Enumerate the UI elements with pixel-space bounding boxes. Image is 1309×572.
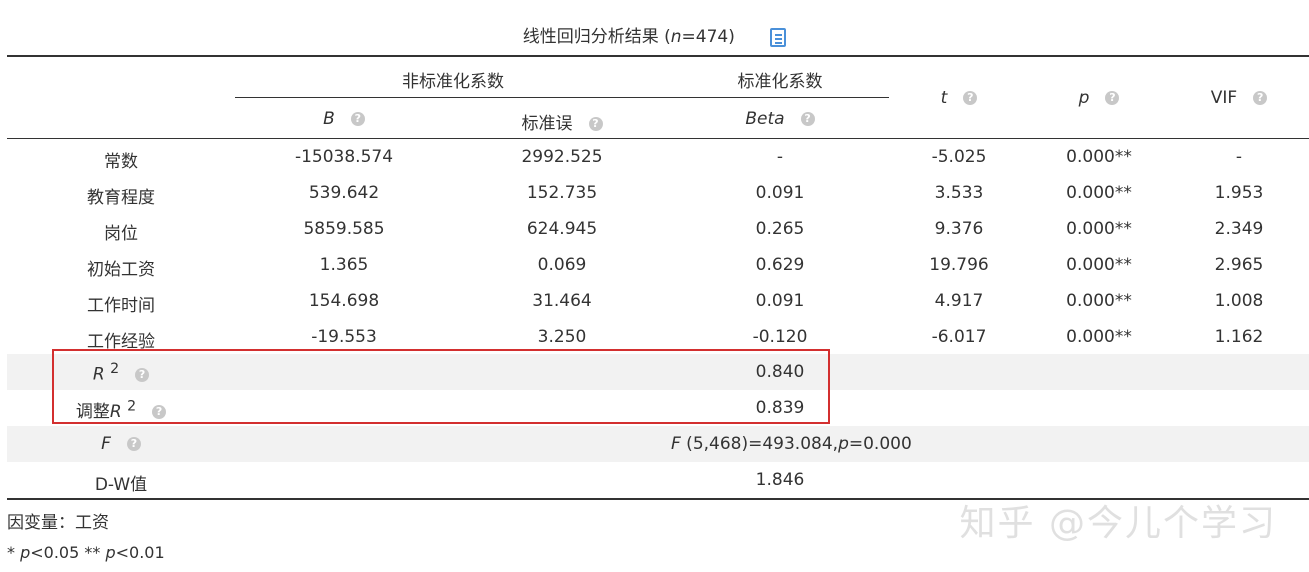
table-cell-vif: -	[1235, 147, 1243, 167]
help-icon[interactable]: ?	[126, 437, 141, 451]
table-cell-se: 2992.525	[521, 147, 603, 167]
table-cell-beta: 0.091	[755, 183, 805, 203]
table-cell-t: 9.376	[934, 219, 984, 239]
table-cell-se: 3.250	[537, 327, 587, 347]
table-cell-se: 624.945	[526, 219, 598, 239]
table-cell-vif: 1.162	[1214, 327, 1264, 347]
watermark: 知乎 @今儿个学习	[959, 503, 1277, 544]
table-cell-p: 0.000**	[1066, 327, 1132, 347]
table-cell-b: 1.365	[319, 255, 369, 275]
table-cell-vif: 2.349	[1214, 219, 1264, 239]
table-title: 线性回归分析结果 (n=474)	[0, 22, 1309, 47]
table-cell-p: 0.000**	[1066, 255, 1132, 275]
table-cell-beta: 0.629	[755, 255, 805, 275]
table-cell-vif: 1.953	[1214, 183, 1264, 203]
header-b: B?	[235, 109, 453, 129]
table-cell-b: -19.553	[311, 327, 377, 347]
table-cell-vif: 2.965	[1214, 255, 1264, 275]
table-cell-p: 0.000**	[1066, 147, 1132, 167]
table-cell-name: 岗位	[104, 224, 138, 244]
table-cell-name: 教育程度	[87, 188, 155, 208]
help-icon[interactable]: ?	[800, 112, 815, 126]
table-cell-beta: -0.120	[752, 327, 808, 347]
header-vif: VIF?	[1169, 88, 1309, 108]
table-cell-se: 152.735	[526, 183, 598, 203]
table-cell-name: 常数	[104, 152, 138, 172]
help-icon[interactable]: ?	[350, 112, 365, 126]
table-cell-p: 0.000**	[1066, 183, 1132, 203]
header-p: p?	[1029, 88, 1169, 108]
header-unstandardized: 非标准化系数	[402, 72, 504, 92]
table-cell-t: 3.533	[934, 183, 984, 203]
header-standardized: 标准化系数	[737, 72, 823, 92]
dw-value: 1.846	[755, 470, 805, 490]
table-cell-p: 0.000**	[1066, 291, 1132, 311]
dependent-variable-note: 因变量：工资	[7, 513, 109, 533]
table-cell-vif: 1.008	[1214, 291, 1264, 311]
help-icon[interactable]: ?	[588, 117, 603, 131]
dw-label: D-W值	[94, 475, 148, 495]
table-cell-b: 539.642	[308, 183, 380, 203]
table-cell-t: 4.917	[934, 291, 984, 311]
table-cell-p: 0.000**	[1066, 219, 1132, 239]
table-cell-se: 31.464	[532, 291, 592, 311]
table-cell-b: -15038.574	[294, 147, 394, 167]
top-rule	[7, 55, 1309, 57]
table-cell-name: 初始工资	[87, 260, 155, 280]
header-beta: Beta?	[671, 109, 889, 129]
table-cell-t: -5.025	[931, 147, 987, 167]
significance-note: * p<0.05 ** p<0.01	[7, 543, 165, 562]
table-cell-t: 19.796	[929, 255, 989, 275]
help-icon[interactable]: ?	[963, 91, 978, 105]
header-bottom-rule	[7, 138, 1309, 139]
copy-icon[interactable]	[770, 27, 787, 47]
f-label: F?	[7, 434, 235, 454]
group-rule	[235, 97, 889, 98]
table-cell-name: 工作时间	[87, 296, 155, 316]
table-cell-beta: 0.265	[755, 219, 805, 239]
f-value: F (5,468)=493.084,p=0.000	[671, 434, 912, 454]
header-t: t?	[889, 88, 1029, 108]
header-se: 标准误?	[453, 109, 671, 134]
table-cell-b: 5859.585	[303, 219, 385, 239]
table-cell-t: -6.017	[931, 327, 987, 347]
table-cell-beta: 0.091	[755, 291, 805, 311]
table-cell-beta: -	[776, 147, 784, 167]
table-cell-se: 0.069	[537, 255, 587, 275]
table-cell-b: 154.698	[308, 291, 380, 311]
help-icon[interactable]: ?	[1253, 91, 1268, 105]
help-icon[interactable]: ?	[1105, 91, 1120, 105]
highlight-box	[52, 349, 830, 424]
